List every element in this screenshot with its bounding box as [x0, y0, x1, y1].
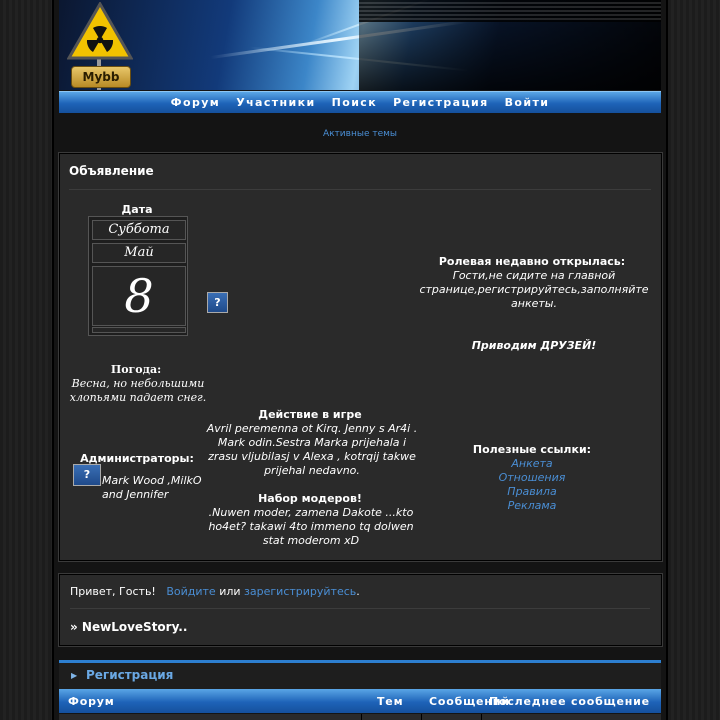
link-rules[interactable]: Правила — [416, 485, 648, 498]
main-nav: Форум Участники Поиск Регистрация Войти — [59, 91, 661, 113]
radiation-warning-icon[interactable] — [67, 2, 133, 62]
or-text: или — [219, 585, 241, 598]
calendar-day: 8 — [92, 266, 186, 326]
announcement-title: Объявление — [69, 164, 154, 178]
frame-right — [666, 0, 668, 720]
date-label: Дата — [121, 203, 153, 216]
nav-search[interactable]: Поиск — [332, 96, 377, 109]
right-pattern — [668, 0, 720, 720]
category-title[interactable]: Регистрация — [86, 668, 173, 682]
link-anketa[interactable]: Анкета — [416, 457, 648, 470]
links-title: Полезные ссылки: — [472, 443, 592, 456]
question-mark-icon[interactable]: ? — [207, 292, 228, 313]
divider — [70, 608, 650, 609]
table-header: Форум Тем Сообщений Последнее сообщение — [59, 689, 661, 713]
divider — [69, 189, 651, 190]
calendar-footer — [92, 327, 186, 333]
question-mark-icon[interactable]: ? — [73, 464, 101, 486]
nav-forum[interactable]: Форум — [171, 96, 221, 109]
logo-text[interactable]: Mybb — [71, 66, 131, 88]
link-relations[interactable]: Отношения — [416, 471, 648, 484]
action-text: Avril peremenna ot Kirq. Jenny s Ar4i . … — [206, 422, 418, 477]
category-header: ▶ Регистрация — [59, 660, 661, 690]
weather-text: Весна, но небольшими хлопьями падает сне… — [69, 377, 207, 404]
nav-register[interactable]: Регистрация — [393, 96, 489, 109]
nav-members[interactable]: Участники — [236, 96, 315, 109]
col-topics: Тем — [377, 695, 404, 708]
admins-text: Mark Wood ,MilkO and Jennifer — [102, 474, 202, 501]
active-topics-link[interactable]: Активные темы — [54, 129, 666, 139]
action-title: Действие в игре — [258, 408, 362, 421]
calendar-month: Май — [92, 243, 186, 263]
header-banner: Mybb — [59, 0, 661, 90]
roleplay-text: Гости,не сидите на главной странице,реги… — [419, 269, 649, 310]
period: . — [356, 585, 360, 598]
register-link[interactable]: зарегистрируйтесь — [244, 585, 356, 598]
table-row[interactable] — [59, 714, 661, 720]
collapse-arrow-icon[interactable]: ▶ — [71, 671, 77, 680]
greeting: Привет, Гость! — [70, 585, 156, 598]
link-ads[interactable]: Реклама — [416, 499, 648, 512]
mods-text: .Nuwen moder, zamena Dakote ...kto ho4et… — [208, 506, 414, 547]
login-link[interactable]: Войдите — [166, 585, 215, 598]
forum-name[interactable]: » NewLoveStory.. — [70, 620, 187, 634]
calendar: Суббота Май 8 — [88, 216, 188, 336]
friends-text: Приводим ДРУЗЕЙ! — [471, 339, 597, 352]
calendar-day-name: Суббота — [92, 220, 186, 240]
col-forum: Форум — [68, 695, 115, 708]
mods-title: Набор модеров! — [258, 492, 362, 505]
roleplay-title: Ролевая недавно открылась: — [438, 255, 626, 268]
col-last-post: Последнее сообщение — [489, 695, 650, 708]
guest-welcome: Привет, Гость! Войдите или зарегистрируй… — [70, 585, 360, 598]
left-pattern — [0, 0, 52, 720]
weather-label: Погода: — [110, 363, 162, 376]
nav-login[interactable]: Войти — [505, 96, 550, 109]
